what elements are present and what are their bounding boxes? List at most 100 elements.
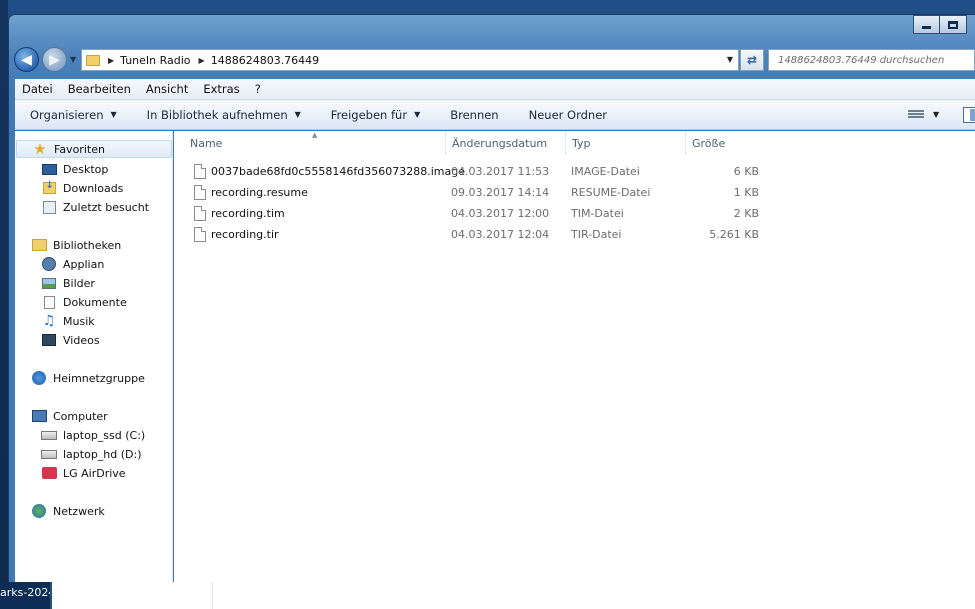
nav-label: Zuletzt besucht [63,200,150,214]
nav-network[interactable]: Netzwerk [31,502,105,520]
menu-help[interactable]: ? [255,82,261,96]
nav-label: Videos [63,333,100,347]
desktop-background [0,0,8,609]
airdrive-icon-shape [41,467,57,479]
nav-label: Netzwerk [53,504,105,518]
nav-drive-d[interactable]: laptop_hd (D:) [41,445,142,463]
hard-drive-icon-shape [41,430,57,440]
nav-label: LG AirDrive [63,466,126,480]
recent-pages-dropdown[interactable]: ▼ [70,55,76,64]
nav-desktop[interactable]: Desktop [41,160,108,178]
column-header-size[interactable]: Größe [686,131,766,155]
new-folder-button[interactable]: Neuer Ordner [529,108,607,122]
nav-homegroup[interactable]: Heimnetzgruppe [31,369,145,387]
column-header-type[interactable]: Typ [566,131,686,155]
maximize-icon [948,20,958,29]
menu-edit[interactable]: Bearbeiten [68,82,131,96]
documents-icon [41,295,57,309]
nav-label: laptop_ssd (C:) [63,428,146,442]
music-note-icon: ♫ [42,313,56,329]
file-type: RESUME-Datei [571,186,651,199]
file-type: TIM-Datei [571,207,624,220]
nav-downloads[interactable]: Downloads [41,179,123,197]
nav-favorites[interactable]: ★ Favoriten [16,140,172,158]
column-header-name[interactable]: Name [184,131,446,155]
refresh-button[interactable]: ⇄ [740,49,764,71]
chevron-down-icon: ▼ [110,110,117,119]
recent-places-icon [41,200,57,214]
file-name-cell[interactable]: 0037bade68fd0c5558146fd356073288.image [194,164,465,179]
file-icon [194,227,206,242]
column-header-date[interactable]: Änderungsdatum [446,131,566,155]
file-name: recording.resume [211,186,308,199]
preview-pane-icon[interactable] [963,107,975,123]
nav-libraries[interactable]: Bibliotheken [31,236,121,254]
chevron-down-icon[interactable]: ▼ [933,110,939,119]
breadcrumb-separator-icon[interactable]: ▶ [199,56,205,65]
file-row[interactable]: 0037bade68fd0c5558146fd356073288.image 0… [174,161,975,182]
arrow-left-icon: ◀ [21,51,32,68]
address-bar[interactable]: ▶ TuneIn Radio ▶ 1488624803.76449 ▼ [81,49,739,71]
downloads-icon [41,181,57,195]
file-row[interactable]: recording.resume 09.03.2017 14:14 RESUME… [174,182,975,203]
taskbar-separator [212,582,213,609]
hard-drive-icon [41,428,57,442]
nav-lg-airdrive[interactable]: LG AirDrive [41,464,126,482]
breadcrumb-separator-icon[interactable]: ▶ [108,56,114,65]
file-date: 04.03.2017 11:53 [451,165,550,178]
nav-applian[interactable]: Applian [41,255,104,273]
nav-recent-places[interactable]: Zuletzt besucht [41,198,149,216]
chevron-down-icon: ▼ [414,110,421,119]
chevron-down-icon[interactable]: ▼ [727,55,733,64]
file-row[interactable]: recording.tim 04.03.2017 12:00 TIM-Datei… [174,203,975,224]
breadcrumb-item[interactable]: 1488624803.76449 [211,54,319,67]
file-size: 5.261 KB [709,228,759,241]
minimize-button[interactable] [913,15,940,34]
forward-button[interactable]: ▶ [42,47,67,72]
organize-button[interactable]: Organisieren ▼ [30,108,117,122]
file-size: 6 KB [733,165,759,178]
view-options-icon[interactable] [908,110,924,121]
file-name-cell[interactable]: recording.resume [194,185,308,200]
computer-icon [31,409,47,423]
nav-documents[interactable]: Dokumente [41,293,127,311]
file-row[interactable]: recording.tir 04.03.2017 12:04 TIR-Datei… [174,224,975,245]
taskbar-button[interactable]: arks-2024 [0,582,50,609]
file-name-cell[interactable]: recording.tim [194,206,285,221]
libraries-icon-shape [31,239,47,251]
nav-label: Bibliotheken [53,238,122,252]
breadcrumb-item[interactable]: TuneIn Radio [120,54,190,67]
file-name: 0037bade68fd0c5558146fd356073288.image [211,165,465,178]
nav-computer[interactable]: Computer [31,407,108,425]
include-in-library-label: In Bibliothek aufnehmen [146,107,288,122]
burn-button[interactable]: Brennen [450,108,498,122]
maximize-button[interactable] [940,15,967,34]
navigation-pane: ★ Favoriten Desktop Downloads Zuletzt be… [15,131,173,582]
window-caption-buttons [913,15,967,35]
organize-label: Organisieren [30,107,104,122]
computer-icon-shape [31,410,47,422]
search-box[interactable] [768,49,975,71]
menu-file[interactable]: Datei [22,82,53,96]
back-button[interactable]: ◀ [14,47,39,72]
include-in-library-button[interactable]: In Bibliothek aufnehmen ▼ [147,108,301,122]
nav-music[interactable]: ♫ Musik [41,312,95,330]
nav-videos[interactable]: Videos [41,331,100,349]
nav-label: Bilder [63,276,95,290]
nav-pictures[interactable]: Bilder [41,274,95,292]
menu-view[interactable]: Ansicht [146,82,188,96]
arrow-right-icon: ▶ [49,51,60,68]
share-with-button[interactable]: Freigeben für ▼ [331,108,420,122]
desktop-icon-shape [41,163,57,175]
menu-tools[interactable]: Extras [203,82,239,96]
videos-icon-shape [42,334,56,346]
search-input[interactable] [778,54,968,66]
file-icon [194,164,206,179]
nav-drive-c[interactable]: laptop_ssd (C:) [41,426,145,444]
file-date: 04.03.2017 12:04 [451,228,550,241]
videos-icon [41,333,57,347]
file-name: recording.tir [211,228,279,241]
star-icon: ★ [33,139,47,158]
nav-label: laptop_hd (D:) [63,447,142,461]
file-name-cell[interactable]: recording.tir [194,227,279,242]
